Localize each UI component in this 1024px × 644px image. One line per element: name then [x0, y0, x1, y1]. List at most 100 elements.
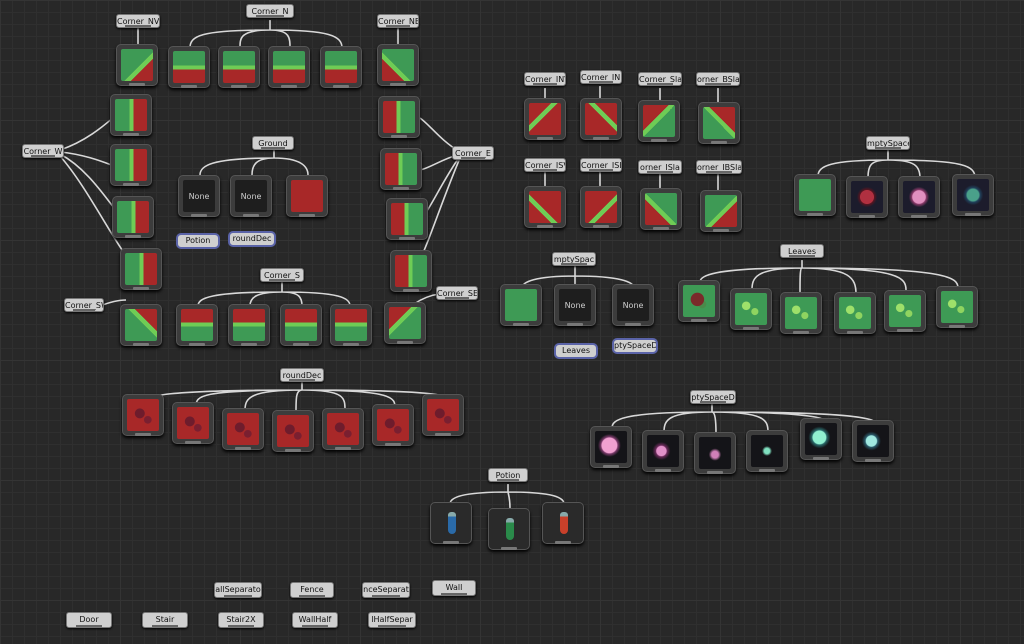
group-label-corner-isla[interactable]: orner_ISla: [638, 160, 682, 174]
tile-ground-dec-2[interactable]: [172, 402, 214, 444]
tile-ground-none-1[interactable]: None: [178, 175, 220, 217]
tile-empty-mid-none-2[interactable]: None: [612, 284, 654, 326]
ref-potion[interactable]: Potion: [176, 233, 220, 249]
tile-ground-dec-5[interactable]: [322, 408, 364, 450]
group-label-corner-ine[interactable]: Corner_INE: [580, 70, 622, 84]
stair-button[interactable]: Stair: [142, 612, 188, 628]
tile-ground-dirt[interactable]: [286, 175, 328, 217]
tile-corner-w-3[interactable]: [112, 196, 154, 238]
tile-empty-d-5[interactable]: [800, 418, 842, 460]
tile-ground-dec-3[interactable]: [222, 408, 264, 450]
tile-empty-d-2[interactable]: [642, 430, 684, 472]
tile-corner-s-4[interactable]: [330, 304, 372, 346]
tile-empty-space-grass[interactable]: [794, 174, 836, 216]
tile-ground-none-2[interactable]: None: [230, 175, 272, 217]
wall-half-separator-button[interactable]: lHalfSepar: [368, 612, 416, 628]
tile-leaves-4[interactable]: [834, 292, 876, 334]
potion-blue-icon: [448, 512, 456, 534]
group-label-empty-space-mid[interactable]: mptySpac: [552, 252, 596, 266]
group-label-corner-sw[interactable]: Corner_SW: [64, 298, 104, 312]
tile-corner-nw[interactable]: [116, 44, 158, 86]
tile-corner-s-3[interactable]: [280, 304, 322, 346]
tile-corner-slas[interactable]: [638, 100, 680, 142]
tile-empty-space-blue[interactable]: [952, 174, 994, 216]
group-label-corner-se[interactable]: Corner_SE: [436, 286, 478, 300]
group-label-corner-s[interactable]: Corner_S: [260, 268, 304, 282]
tile-corner-w-2[interactable]: [110, 144, 152, 186]
ref-leaves[interactable]: Leaves: [554, 343, 598, 359]
tile-empty-d-4[interactable]: [746, 430, 788, 472]
tile-leaves-2[interactable]: [730, 288, 772, 330]
tile-corner-ise[interactable]: [580, 186, 622, 228]
group-label-corner-n[interactable]: Corner_N: [246, 4, 294, 18]
group-label-corner-bsla[interactable]: orner_BSla: [696, 72, 740, 86]
wall-half-button[interactable]: WallHalf: [292, 612, 338, 628]
group-label-potion[interactable]: Potion: [488, 468, 528, 482]
tile-corner-w-4[interactable]: [120, 248, 162, 290]
potion-red-icon: [560, 512, 568, 534]
tile-empty-d-3[interactable]: [694, 432, 736, 474]
group-label-corner-isw[interactable]: Corner_ISV: [524, 158, 566, 172]
tile-leaves-1[interactable]: [678, 280, 720, 322]
group-label-corner-ise[interactable]: Corner_ISE: [580, 158, 622, 172]
tile-potion-red[interactable]: [542, 502, 584, 544]
fence-button[interactable]: Fence: [290, 582, 334, 598]
tile-empty-d-6[interactable]: [852, 420, 894, 462]
tile-corner-w-1[interactable]: [110, 94, 152, 136]
tile-corner-e-2[interactable]: [380, 148, 422, 190]
tile-leaves-5[interactable]: [884, 290, 926, 332]
tile-corner-ine[interactable]: [580, 98, 622, 140]
wall-button[interactable]: Wall: [432, 580, 476, 596]
tile-corner-inw[interactable]: [524, 98, 566, 140]
tile-corner-n-3[interactable]: [268, 46, 310, 88]
ref-empty-space-d[interactable]: ptySpaceD: [612, 338, 658, 354]
tile-potion-blue[interactable]: [430, 502, 472, 544]
group-label-ground-dec[interactable]: roundDec: [280, 368, 324, 382]
tile-corner-isla[interactable]: [640, 188, 682, 230]
group-label-corner-nw[interactable]: Corner_NV: [116, 14, 160, 28]
tile-potion-green[interactable]: [488, 508, 530, 550]
tile-corner-n-4[interactable]: [320, 46, 362, 88]
tile-corner-e-1[interactable]: [378, 96, 420, 138]
group-label-corner-e[interactable]: Corner_E: [452, 146, 494, 160]
tile-corner-se[interactable]: [384, 302, 426, 344]
tile-corner-isw[interactable]: [524, 186, 566, 228]
fence-separator-button[interactable]: nceSeparat: [362, 582, 410, 598]
tile-ground-dec-7[interactable]: [422, 394, 464, 436]
group-label-corner-ne[interactable]: Corner_NE: [377, 14, 419, 28]
group-label-ground[interactable]: Ground: [252, 136, 294, 150]
tile-ground-dec-4[interactable]: [272, 410, 314, 452]
tile-corner-bsla[interactable]: [698, 102, 740, 144]
tile-leaves-6[interactable]: [936, 286, 978, 328]
tile-empty-mid-none-1[interactable]: None: [554, 284, 596, 326]
tile-corner-sw[interactable]: [120, 304, 162, 346]
tile-corner-n-1[interactable]: [168, 46, 210, 88]
group-label-corner-slas[interactable]: Corner_Slas: [638, 72, 682, 86]
group-label-leaves[interactable]: Leaves: [780, 244, 824, 258]
tile-ground-dec-1[interactable]: [122, 394, 164, 436]
none-placeholder-text: None: [559, 289, 591, 321]
tile-empty-space-pink[interactable]: [898, 176, 940, 218]
tile-empty-d-1[interactable]: [590, 426, 632, 468]
tile-corner-e-4[interactable]: [390, 250, 432, 292]
stair2x-button[interactable]: Stair2X: [218, 612, 264, 628]
ref-ground-dec[interactable]: roundDec: [228, 231, 276, 247]
group-label-corner-ibsl[interactable]: orner_IBSla: [696, 160, 742, 174]
tile-corner-ibsl[interactable]: [700, 190, 742, 232]
tile-corner-n-2[interactable]: [218, 46, 260, 88]
group-label-corner-inw[interactable]: Corner_INV: [524, 72, 566, 86]
tile-leaves-3[interactable]: [780, 292, 822, 334]
tile-corner-e-3[interactable]: [386, 198, 428, 240]
tile-empty-space-red[interactable]: [846, 176, 888, 218]
tile-corner-s-1[interactable]: [176, 304, 218, 346]
group-label-empty-space-d[interactable]: ptySpaceD: [690, 390, 736, 404]
tile-ground-dec-6[interactable]: [372, 404, 414, 446]
tile-empty-mid-grass[interactable]: [500, 284, 542, 326]
wall-separator-button[interactable]: allSeparato: [214, 582, 262, 598]
group-label-corner-w[interactable]: Corner_W: [22, 144, 64, 158]
potion-green-icon: [506, 518, 514, 540]
tile-corner-s-2[interactable]: [228, 304, 270, 346]
group-label-empty-space[interactable]: mptySpace: [866, 136, 910, 150]
door-button[interactable]: Door: [66, 612, 112, 628]
tile-corner-ne[interactable]: [377, 44, 419, 86]
